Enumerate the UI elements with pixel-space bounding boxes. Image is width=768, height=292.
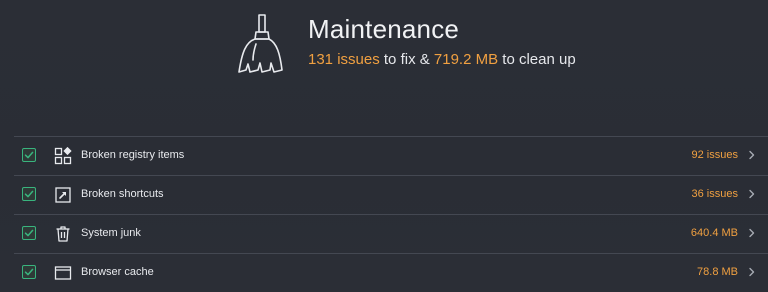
junk-checkbox[interactable] [22, 226, 36, 240]
item-value: 36 issues [691, 188, 738, 200]
maintenance-header: Maintenance 131 issues to fix & 719.2 MB… [0, 0, 768, 120]
item-label: Browser cache [81, 266, 154, 278]
item-value: 92 issues [691, 149, 738, 161]
issues-suffix: to fix & [379, 51, 434, 68]
item-label: System junk [81, 227, 141, 239]
trash-icon [56, 226, 70, 242]
size-suffix: to clean up [498, 51, 576, 68]
registry-icon [54, 147, 72, 165]
item-label: Broken shortcuts [81, 188, 164, 200]
list-item-system-junk[interactable]: System junk 640.4 MB [14, 214, 768, 253]
issues-count: 131 issues [308, 51, 380, 68]
broom-icon [238, 14, 283, 73]
item-label: Broken registry items [81, 149, 185, 161]
chevron-right-icon[interactable] [748, 267, 756, 277]
shortcut-icon [55, 187, 71, 203]
summary-text: 131 issues to fix & 719.2 MB to clean up [308, 51, 576, 68]
registry-checkbox[interactable] [22, 148, 36, 162]
check-icon [24, 151, 34, 159]
check-icon [24, 190, 34, 198]
chevron-right-icon[interactable] [748, 189, 756, 199]
check-icon [24, 229, 34, 237]
item-value: 640.4 MB [690, 227, 738, 239]
item-value: 78.8 MB [697, 266, 738, 278]
list-item-broken-registry[interactable]: Broken registry items 92 issues [14, 136, 768, 175]
cleanup-size: 719.2 MB [433, 51, 499, 68]
chevron-right-icon[interactable] [748, 150, 756, 160]
chevron-right-icon[interactable] [748, 228, 756, 238]
browser-icon [54, 266, 72, 280]
list-item-browser-cache[interactable]: Browser cache 78.8 MB [14, 253, 768, 292]
cache-checkbox[interactable] [22, 265, 36, 279]
list-item-broken-shortcuts[interactable]: Broken shortcuts 36 issues [14, 175, 768, 214]
shortcuts-checkbox[interactable] [22, 187, 36, 201]
check-icon [24, 268, 34, 276]
maintenance-list: Broken registry items 92 issues Broken s… [14, 136, 768, 292]
page-title: Maintenance [308, 14, 460, 44]
